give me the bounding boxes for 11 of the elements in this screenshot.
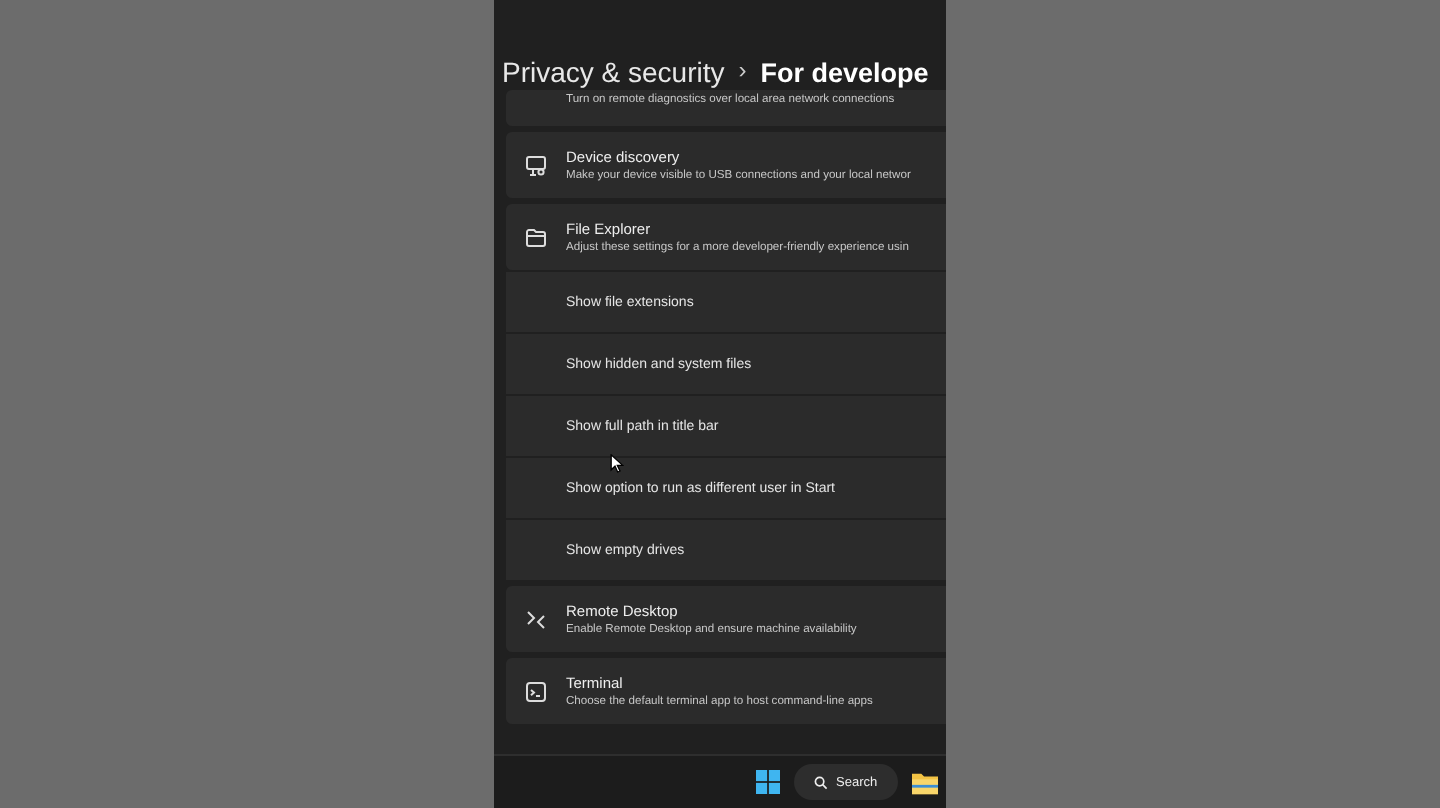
folder-icon[interactable] (911, 769, 938, 795)
breadcrumb-separator: › (738, 56, 747, 88)
monitor-icon (524, 153, 548, 177)
page-title: For develope (760, 58, 929, 88)
breadcrumb-parent[interactable]: Privacy & security (502, 56, 725, 88)
folder-icon (524, 225, 548, 249)
terminal-icon (524, 679, 548, 703)
mouse-pointer-icon (610, 454, 624, 474)
windows-logo-icon[interactable] (756, 770, 780, 794)
search-icon (814, 775, 828, 789)
arrows-icon (524, 607, 548, 631)
